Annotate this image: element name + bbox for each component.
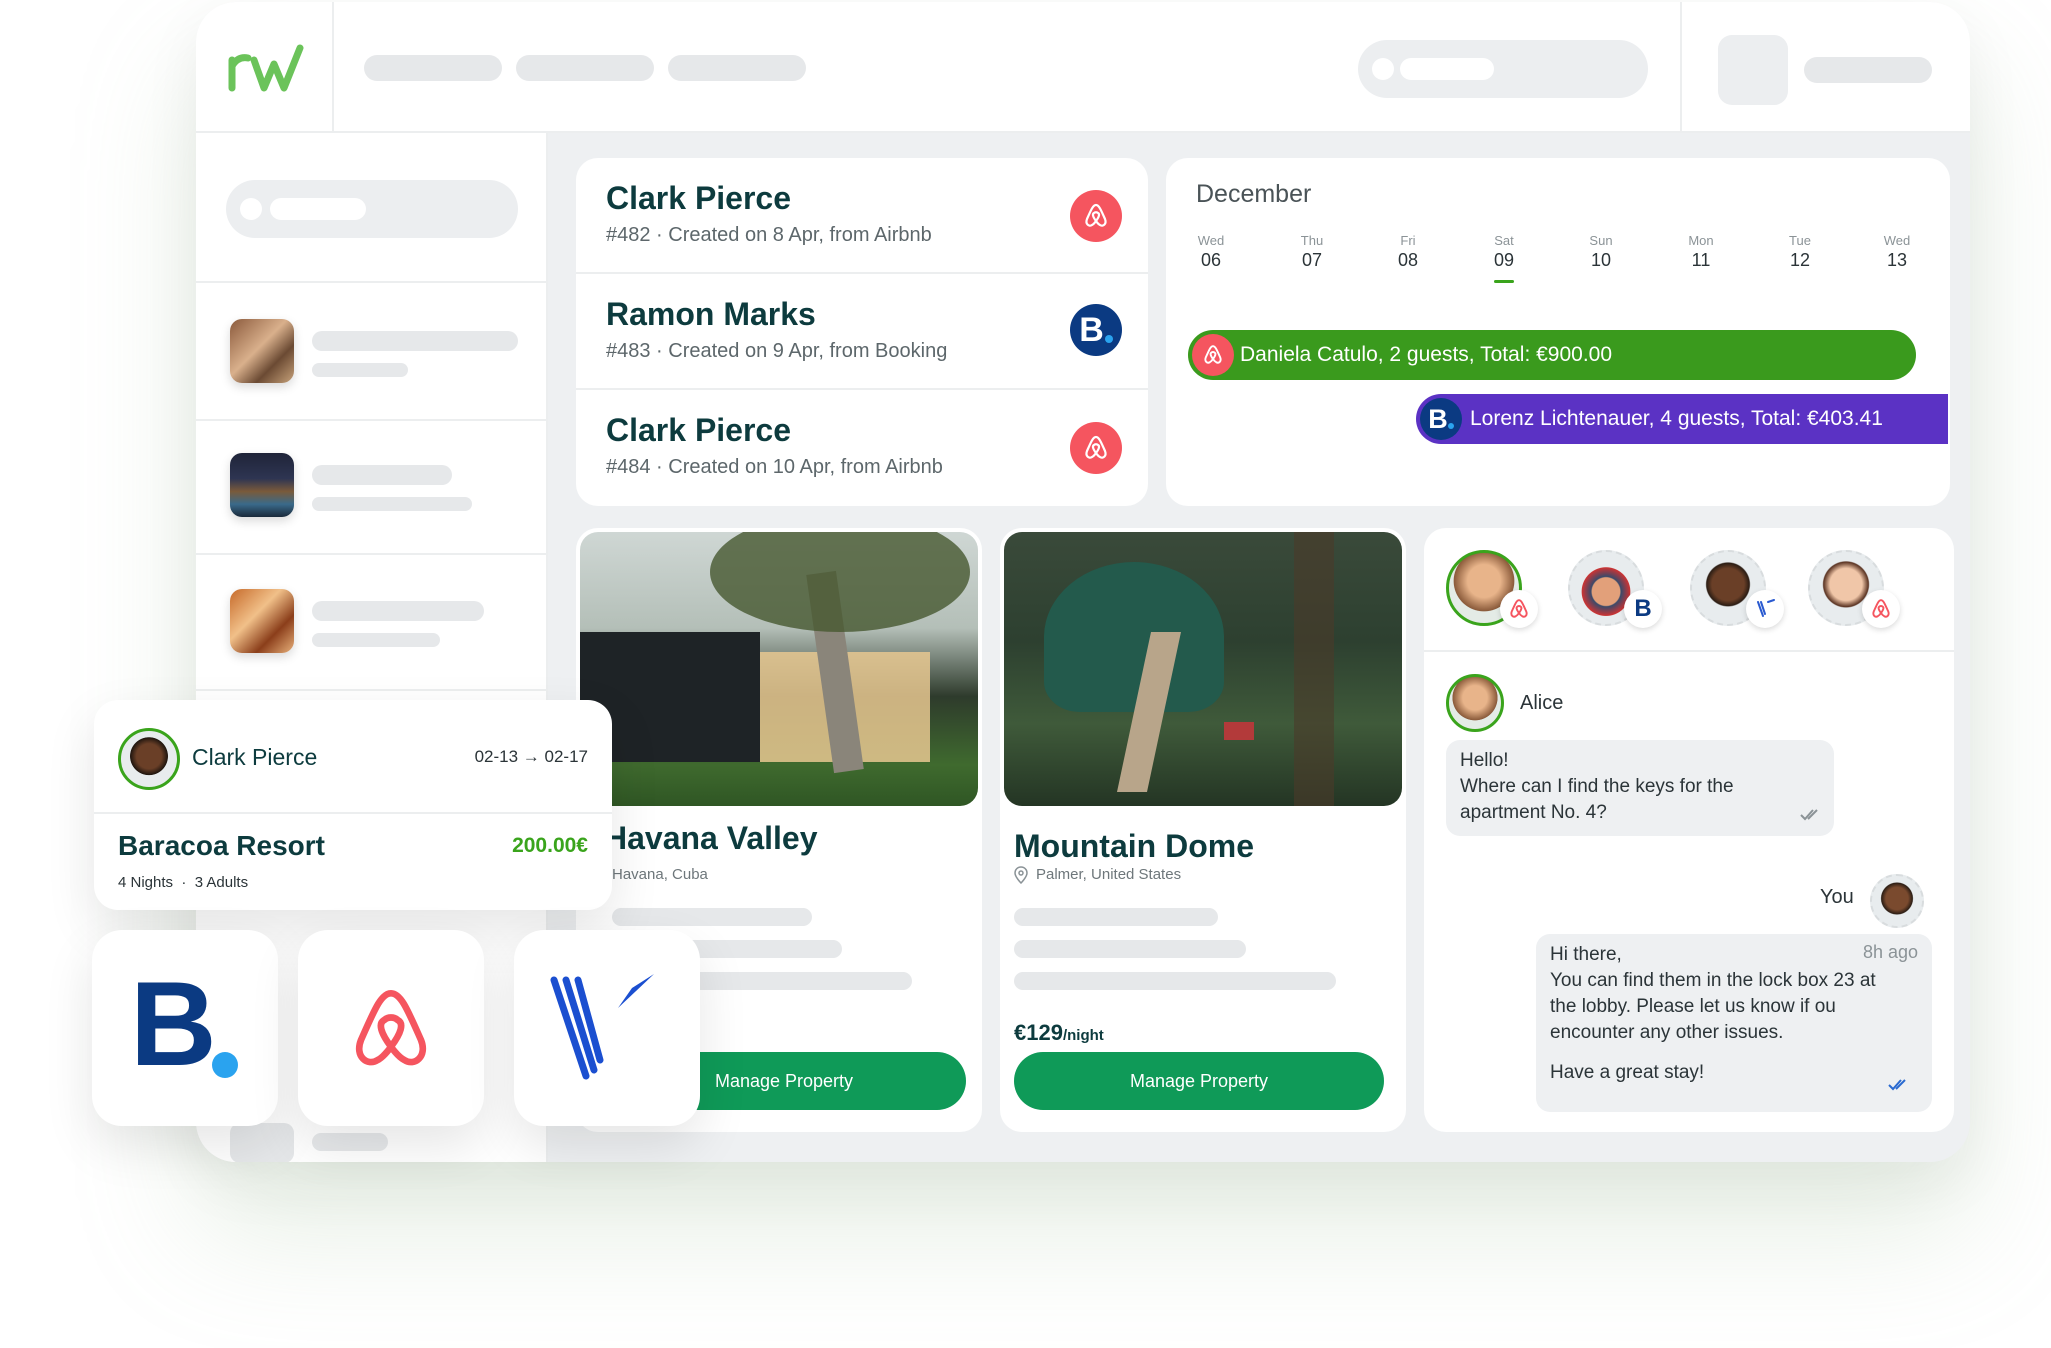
nav-placeholder[interactable] (364, 55, 502, 81)
airbnb-icon (1070, 190, 1122, 242)
booking-logo-icon: B (130, 957, 217, 1091)
top-bar (196, 2, 1970, 133)
booking-logo-tile[interactable]: B (92, 930, 278, 1126)
user-name-placeholder (1804, 57, 1932, 83)
reservation-label: Lorenz Lichtenauer, 4 guests, Total: €40… (1470, 407, 1883, 430)
manage-property-button[interactable]: Manage Property (1014, 1052, 1384, 1110)
reservation-summary-card[interactable]: Clark Pierce 02-13 → 02-17 Baracoa Resor… (94, 700, 612, 910)
calendar-day[interactable]: Sun 10 (1571, 233, 1631, 271)
divider (1680, 2, 1682, 133)
reservation-bar[interactable]: Daniela Catulo, 2 guests, Total: €900.00 (1188, 330, 1916, 380)
search-bar-placeholder[interactable] (1358, 40, 1648, 98)
reservation-price: 200.00€ (512, 834, 588, 857)
sender-avatar (1446, 674, 1504, 732)
incoming-message: Hello! Where can I find the keys for the… (1446, 740, 1834, 836)
sidebar-search-placeholder[interactable] (226, 180, 518, 238)
property-title: Mountain Dome (1014, 828, 1254, 864)
stay-dates: 02-13 → 02-17 (474, 747, 588, 766)
booking-meta: #484 · Created on 10 Apr, from Airbnb (606, 456, 943, 478)
property-card: Mountain Dome Palmer, United States €129… (1000, 528, 1406, 1132)
reservation-label: Daniela Catulo, 2 guests, Total: €900.00 (1240, 343, 1613, 366)
airbnb-icon (1192, 334, 1234, 376)
guest-name: Clark Pierce (192, 744, 318, 770)
booking-row[interactable]: Clark Pierce #482 · Created on 8 Apr, fr… (576, 158, 1148, 274)
outgoing-message: Hi there, 8h ago You can find them in th… (1536, 934, 1932, 1112)
booking-guest-name: Ramon Marks (606, 296, 816, 332)
booking-icon: B (1070, 304, 1122, 356)
booking-row[interactable]: Ramon Marks #483 · Created on 9 Apr, fro… (576, 274, 1148, 390)
airbnb-logo-icon (356, 990, 426, 1066)
calendar-day[interactable]: Thu 07 (1282, 233, 1342, 271)
calendar-day[interactable]: Mon 11 (1671, 233, 1731, 271)
location-pin-icon (1014, 866, 1028, 885)
reservation-details: 4 Nights · 3 Adults (118, 874, 249, 891)
calendar-day[interactable]: Wed 06 (1181, 233, 1241, 271)
property-thumbnail (230, 319, 294, 383)
booking-icon: B (1420, 398, 1462, 440)
app-logo-icon (228, 44, 304, 92)
bookings-card: Clark Pierce #482 · Created on 8 Apr, fr… (576, 158, 1148, 506)
property-thumbnail (230, 453, 294, 517)
airbnb-logo-tile[interactable] (298, 930, 484, 1126)
property-price: €129/night (1014, 1020, 1104, 1045)
vrbo-logo-icon (550, 974, 654, 1080)
sender-name: Alice (1520, 692, 1564, 714)
airbnb-icon (1500, 590, 1538, 628)
booking-icon: B (1624, 590, 1662, 628)
booking-meta: #483 · Created on 9 Apr, from Booking (606, 340, 948, 362)
booking-guest-name: Clark Pierce (606, 412, 792, 448)
guest-avatar (118, 728, 180, 790)
you-label: You (1820, 886, 1854, 908)
avatar-placeholder[interactable] (1718, 35, 1788, 105)
calendar-month: December (1196, 180, 1312, 208)
reservation-bar[interactable]: B Lorenz Lichtenauer, 4 guests, Total: €… (1416, 394, 1948, 444)
calendar-day[interactable]: Wed 13 (1867, 233, 1927, 271)
my-avatar (1870, 874, 1924, 928)
calendar-day-selected[interactable]: Sat 09 (1474, 233, 1534, 271)
property-photo (1004, 532, 1402, 806)
calendar-day[interactable]: Tue 12 (1770, 233, 1830, 271)
read-check-icon (1800, 809, 1818, 821)
logo-cell (196, 2, 334, 133)
booking-meta: #482 · Created on 8 Apr, from Airbnb (606, 224, 932, 246)
selected-day-indicator (1494, 280, 1514, 283)
nav-placeholder[interactable] (516, 55, 654, 81)
calendar-day[interactable]: Fri 08 (1378, 233, 1438, 271)
nav-placeholder[interactable] (668, 55, 806, 81)
booking-row[interactable]: Clark Pierce #484 · Created on 10 Apr, f… (576, 390, 1148, 506)
vrbo-logo-tile[interactable] (514, 930, 700, 1126)
airbnb-icon (1070, 422, 1122, 474)
chat-card: B Alice Hello! Where can I find the keys… (1424, 528, 1954, 1132)
property-title: Havana Valley (604, 820, 818, 856)
message-time: 8h ago (1862, 942, 1918, 962)
booking-guest-name: Clark Pierce (606, 180, 792, 216)
read-check-icon (1888, 1079, 1906, 1091)
vrbo-icon (1746, 590, 1784, 628)
resort-name: Baracoa Resort (118, 830, 325, 861)
airbnb-icon (1862, 590, 1900, 628)
property-photo (580, 532, 978, 806)
property-location: Palmer, United States (1036, 866, 1182, 883)
property-thumbnail (230, 589, 294, 653)
property-location: Havana, Cuba (612, 866, 708, 883)
